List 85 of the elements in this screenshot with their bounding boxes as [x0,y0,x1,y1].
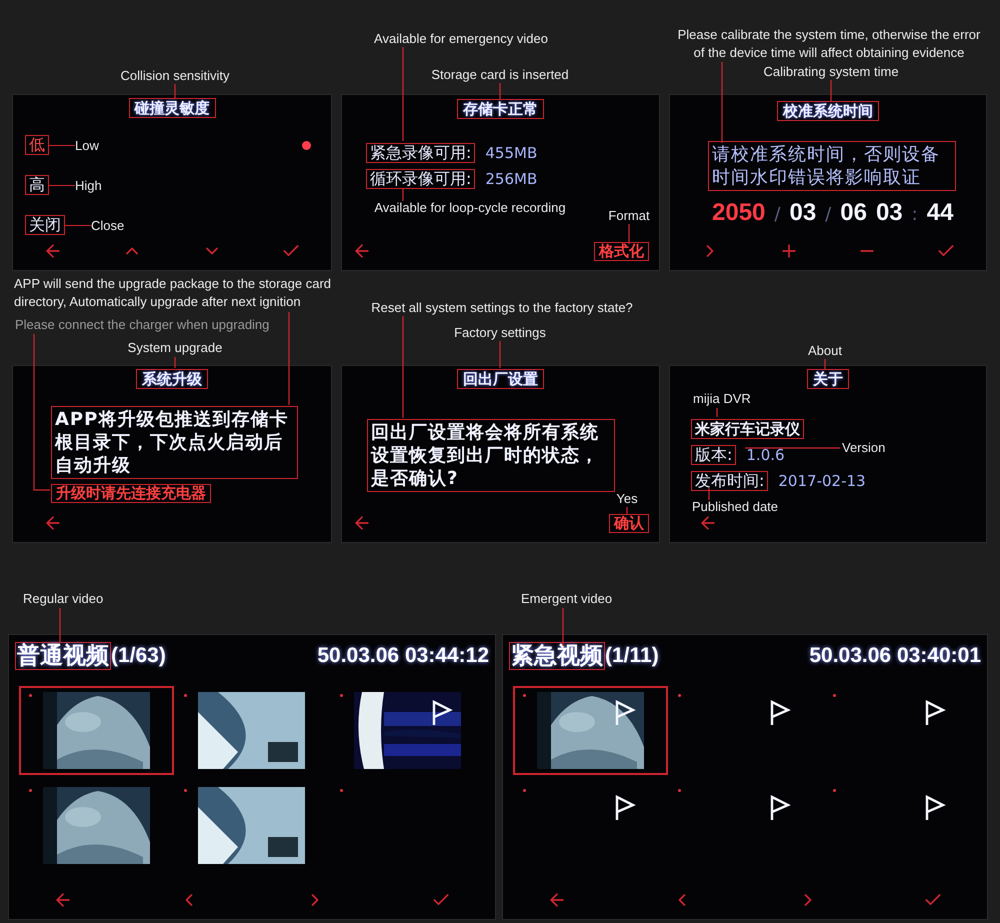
datetime: 50.03.06 03:44:12 [317,644,489,668]
record-dot [29,694,32,697]
field-label: 版本: [691,445,736,465]
time-field[interactable]: 44 [926,199,954,227]
time-field[interactable]: 06 [840,199,867,227]
time-field[interactable]: 2050 [712,199,766,227]
warning-text: 升级时请先连接充电器 [51,484,211,503]
option[interactable]: 低 [25,135,49,155]
annotation: High [75,178,102,192]
field-value: 2017-02-13 [778,472,866,490]
annotation: Collision sensitivity [120,67,230,85]
leader-line [628,223,630,245]
record-dot [833,694,836,697]
leader-line [174,356,176,369]
annotation: Reset all system settings to the factory state? [371,299,633,317]
annotation: Published date [692,498,778,516]
annotation: Format [608,207,650,225]
separator: / [774,204,780,225]
record-dot [678,694,681,697]
leader-line [708,487,710,501]
option[interactable]: 关闭 [25,215,65,235]
record-dot [340,694,343,697]
annotation: APP will send the upgrade package to the storage card directory, Automatically upgrade after next ignition [14,275,332,311]
option[interactable]: 高 [25,175,49,195]
record-dot [523,694,526,697]
leader-line [830,79,832,102]
file-count: (1/63) [111,644,166,668]
record-dot [523,789,526,792]
record-dot [833,789,836,792]
annotation: Yes [616,490,638,508]
field-label: 发布时间: [691,471,768,491]
annotation: Regular video [23,590,104,608]
confirm-button[interactable]: 确认 [609,514,649,532]
screen-title: 普通视频 [15,642,111,670]
screen-title: 关于 [807,369,849,389]
message: 请校准系统时间，否则设备时间水印错误将影响取证 [708,141,956,191]
annotation: Low [75,138,99,152]
annotation: mijia DVR [693,390,751,408]
annotation: Please calibrate the system time, otherwise the error of the device time will affect obtaining evidence [676,26,982,62]
screen-title: 存储卡正常 [457,99,544,119]
annotation: System upgrade [128,339,222,357]
annotation: Version [842,439,886,457]
separator: : [912,204,918,225]
selected-thumbnail[interactable] [513,686,668,775]
selected-thumbnail[interactable] [19,686,174,775]
time-field[interactable]: 03 [789,199,816,227]
annotation: About [808,342,842,360]
annotation: Factory settings [454,324,546,342]
separator: / [825,204,832,225]
annotation: Available for loop-cycle recording [374,199,566,217]
leader-line [59,607,61,643]
annotation: Available for emergency video [374,30,548,48]
message: APP将升级包推送到存储卡根目录下，下次点火启动后自动升级 [51,406,298,479]
annotation: Close [91,218,124,232]
leader-line [174,83,176,99]
record-dot [340,789,343,792]
field-value: 455MB [485,144,538,162]
file-count: (1/11) [605,644,659,668]
screen-title: 系统升级 [136,369,208,389]
field-value: 256MB [485,170,538,188]
leader-line [824,358,826,370]
annotation: Calibrating system time [763,63,899,81]
record-dot [29,789,32,792]
message: 回出厂设置将会将所有系统设置恢复到出厂时的状态，是否确认? [367,419,615,492]
format-button[interactable]: 格式化 [594,242,649,260]
product-name: 米家行车记录仪 [691,419,804,439]
field-value: 1.0.6 [746,446,785,464]
leader-line [402,187,404,202]
time-field[interactable]: 03 [876,199,903,227]
screen-title: 紧急视频 [509,642,605,670]
annotation: Please connect the charger when upgrading [15,316,270,334]
leader-line [499,82,501,100]
record-dot [184,694,188,697]
leader-line [562,607,564,647]
field-label: 循环录像可用: [366,169,476,189]
record-dot [678,789,681,792]
field-label: 紧急录像可用: [366,143,476,163]
annotation: Storage card is inserted [431,66,569,84]
screen-title: 碰撞灵敏度 [128,98,216,118]
leader-line [499,340,501,369]
screen-title: 回出厂设置 [457,369,544,389]
record-dot [184,789,188,792]
datetime: 50.03.06 03:40:01 [809,644,981,668]
annotation: Emergent video [521,590,612,608]
screen-title: 校准系统时间 [777,101,879,121]
